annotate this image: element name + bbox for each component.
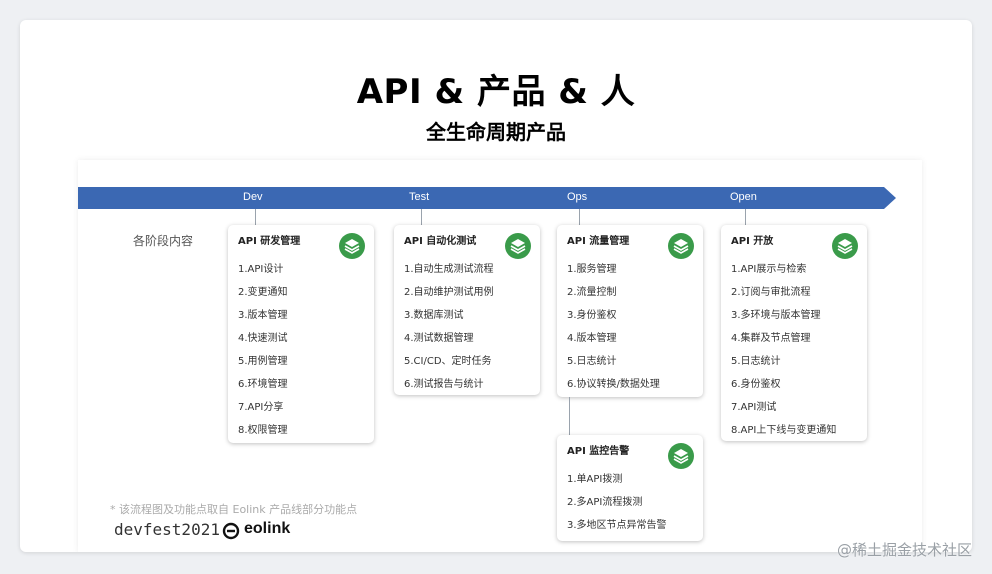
- card-api-automation-test: API 自动化测试 1.自动生成测试流程 2.自动维护测试用例 3.数据库测试 …: [394, 225, 540, 395]
- list-item: 3.版本管理: [238, 310, 288, 321]
- list-item: 5.日志统计: [567, 356, 617, 367]
- list-item: 2.自动维护测试用例: [404, 287, 494, 298]
- list-item: 8.API上下线与变更通知: [731, 425, 837, 436]
- list-item: 6.测试报告与统计: [404, 379, 484, 390]
- eolink-logo-icon: [222, 522, 240, 540]
- list-item: 2.流量控制: [567, 287, 617, 298]
- phase-tick: [255, 209, 256, 225]
- list-item: 1.服务管理: [567, 264, 617, 275]
- phase-label-ops: Ops: [567, 191, 588, 203]
- list-item: 8.权限管理: [238, 425, 288, 436]
- slide-subtitle: 全生命周期产品: [426, 120, 566, 144]
- list-item: 1.API展示与检索: [731, 264, 807, 275]
- card-api-dev-management: API 研发管理 1.API设计 2.变更通知 3.版本管理 4.快速测试 5.…: [228, 225, 374, 443]
- card-api-traffic-management: API 流量管理 1.服务管理 2.流量控制 3.身份鉴权 4.版本管理 5.日…: [557, 225, 703, 397]
- list-item: 3.身份鉴权: [567, 310, 617, 321]
- phase-tick: [421, 209, 422, 225]
- layers-icon: [668, 233, 694, 259]
- connector-line: [569, 397, 570, 435]
- list-item: 3.数据库测试: [404, 310, 464, 321]
- list-item: 2.多API流程拨测: [567, 497, 643, 508]
- list-item: 6.身份鉴权: [731, 379, 781, 390]
- list-item: 2.订阅与审批流程: [731, 287, 811, 298]
- phase-tick: [579, 209, 580, 225]
- phase-label-open: Open: [730, 191, 757, 203]
- list-item: 2.变更通知: [238, 287, 288, 298]
- slide-title: API & 产品 & 人: [356, 72, 636, 112]
- list-item: 1.自动生成测试流程: [404, 264, 494, 275]
- card-api-open: API 开放 1.API展示与检索 2.订阅与审批流程 3.多环境与版本管理 4…: [721, 225, 867, 441]
- list-item: 5.用例管理: [238, 356, 288, 367]
- footnote: * 该流程图及功能点取自 Eolink 产品线部分功能点: [110, 503, 358, 516]
- watermark: @稀土掘金技术社区: [836, 541, 972, 559]
- layers-icon: [832, 233, 858, 259]
- phase-label-test: Test: [409, 191, 430, 203]
- layers-icon: [339, 233, 365, 259]
- list-item: 7.API测试: [731, 402, 777, 413]
- timeline-arrow-head: [884, 187, 896, 209]
- eolink-logo: eolink: [244, 520, 291, 537]
- list-item: 7.API分享: [238, 402, 284, 413]
- list-item: 5.日志统计: [731, 356, 781, 367]
- list-item: 4.集群及节点管理: [731, 333, 811, 344]
- list-item: 1.单API拨测: [567, 474, 623, 485]
- list-item: 4.测试数据管理: [404, 333, 474, 344]
- timeline-arrow: [78, 187, 884, 209]
- list-item: 6.环境管理: [238, 379, 288, 390]
- devfest-logo: devfest2021: [114, 520, 220, 539]
- list-item: 3.多地区节点异常告警: [567, 520, 667, 531]
- row-label: 各阶段内容: [133, 234, 194, 248]
- phase-label-dev: Dev: [243, 191, 263, 203]
- phase-tick: [745, 209, 746, 225]
- lifecycle-diagram: Dev Test Ops Open 各阶段内容 API 研发管理 1.API设计…: [78, 160, 922, 552]
- slide: API & 产品 & 人 全生命周期产品 Dev Test Ops Open 各…: [20, 20, 972, 552]
- layers-icon: [668, 443, 694, 469]
- list-item: 3.多环境与版本管理: [731, 310, 821, 321]
- list-item: 4.版本管理: [567, 333, 617, 344]
- list-item: 1.API设计: [238, 264, 284, 275]
- list-item: 6.协议转换/数据处理: [567, 379, 660, 390]
- card-api-monitor-alert: API 监控告警 1.单API拨测 2.多API流程拨测 3.多地区节点异常告警: [557, 435, 703, 541]
- list-item: 5.CI/CD、定时任务: [404, 356, 492, 367]
- list-item: 4.快速测试: [238, 333, 288, 344]
- layers-icon: [505, 233, 531, 259]
